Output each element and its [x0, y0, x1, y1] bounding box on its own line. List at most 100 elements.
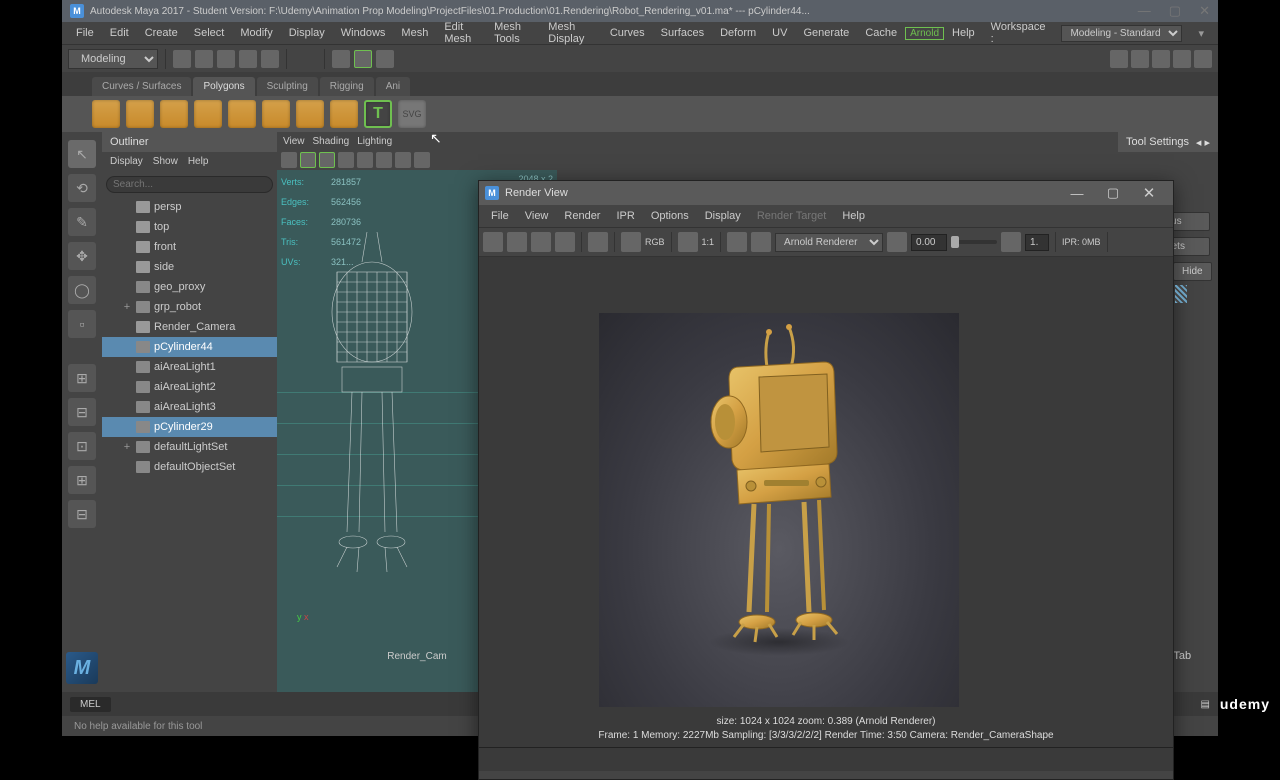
- menu-windows[interactable]: Windows: [333, 27, 394, 39]
- rv-menu-options[interactable]: Options: [643, 210, 697, 222]
- menu-display[interactable]: Display: [281, 27, 333, 39]
- outliner-item-side[interactable]: side: [102, 257, 277, 277]
- rv-menu-file[interactable]: File: [483, 210, 517, 222]
- menu-surfaces[interactable]: Surfaces: [653, 27, 712, 39]
- rv-prev-icon[interactable]: [678, 232, 698, 252]
- outliner-menu-help[interactable]: Help: [188, 156, 209, 167]
- layout-icon-2[interactable]: [1131, 50, 1149, 68]
- outliner-item-persp[interactable]: persp: [102, 197, 277, 217]
- rv-ratio[interactable]: 1:1: [702, 237, 715, 247]
- rv-region-icon[interactable]: [555, 232, 575, 252]
- shelf-tab-sculpting[interactable]: Sculpting: [257, 77, 318, 96]
- rv-menu-display[interactable]: Display: [697, 210, 749, 222]
- rv-keep-icon[interactable]: [727, 232, 747, 252]
- outliner-item-grprobot[interactable]: +grp_robot: [102, 297, 277, 317]
- shelf-sphere-icon[interactable]: [92, 100, 120, 128]
- layout-icon-4[interactable]: [1173, 50, 1191, 68]
- script-lang[interactable]: MEL: [70, 697, 111, 712]
- menu-generate[interactable]: Generate: [795, 27, 857, 39]
- rv-renderer-select[interactable]: Arnold Renderer: [775, 233, 883, 252]
- snap-point-icon[interactable]: [376, 50, 394, 68]
- shelf-cylinder-icon[interactable]: [160, 100, 188, 128]
- layout-tool-1[interactable]: ⊞: [68, 364, 96, 392]
- outliner-item-rendercamera[interactable]: Render_Camera: [102, 317, 277, 337]
- layout-tool-5[interactable]: ⊟: [68, 500, 96, 528]
- outliner-menu-display[interactable]: Display: [110, 156, 143, 167]
- shelf-type-icon[interactable]: T: [364, 100, 392, 128]
- snap-grid-icon[interactable]: [332, 50, 350, 68]
- vp-menu-view[interactable]: View: [283, 136, 305, 147]
- workspace-select[interactable]: Modeling - Standard: [1061, 25, 1182, 42]
- paint-select-tool[interactable]: ✎: [68, 208, 96, 236]
- menu-edit[interactable]: Edit: [102, 27, 137, 39]
- menu-uv[interactable]: UV: [764, 27, 795, 39]
- vp-icon[interactable]: [281, 152, 297, 168]
- layout-tool-2[interactable]: ⊟: [68, 398, 96, 426]
- outliner-item-light2[interactable]: aiAreaLight2: [102, 377, 277, 397]
- shelf-pyramid-icon[interactable]: [296, 100, 324, 128]
- shelf-tab-curves[interactable]: Curves / Surfaces: [92, 77, 191, 96]
- menu-deform[interactable]: Deform: [712, 27, 764, 39]
- rv-exposure-input[interactable]: [911, 234, 947, 251]
- lasso-tool[interactable]: ⟲: [68, 174, 96, 202]
- menu-editmesh[interactable]: Edit Mesh: [436, 21, 486, 45]
- open-icon[interactable]: [195, 50, 213, 68]
- shelf-cone-icon[interactable]: [194, 100, 222, 128]
- maximize-button[interactable]: ▢: [1169, 3, 1181, 19]
- layout-tool-3[interactable]: ⊡: [68, 432, 96, 460]
- menu-select[interactable]: Select: [186, 27, 233, 39]
- vp-menu-lighting[interactable]: Lighting: [357, 136, 392, 147]
- vp-icon[interactable]: [357, 152, 373, 168]
- shelf-svg-icon[interactable]: SVG: [398, 100, 426, 128]
- shelf-tab-rigging[interactable]: Rigging: [320, 77, 374, 96]
- select-tool[interactable]: ↖: [68, 140, 96, 168]
- move-tool[interactable]: ✥: [68, 242, 96, 270]
- rotate-tool[interactable]: ◯: [68, 276, 96, 304]
- menu-meshtools[interactable]: Mesh Tools: [486, 21, 540, 45]
- rv-render-icon[interactable]: [483, 232, 503, 252]
- menu-mesh[interactable]: Mesh: [393, 27, 436, 39]
- shelf-cube-icon[interactable]: [126, 100, 154, 128]
- outliner-search[interactable]: [106, 176, 273, 193]
- rv-reload-icon[interactable]: [887, 232, 907, 252]
- vp-icon[interactable]: [319, 152, 335, 168]
- menu-create[interactable]: Create: [137, 27, 186, 39]
- rv-menu-ipr[interactable]: IPR: [608, 210, 642, 222]
- shelf-tab-animation[interactable]: Ani: [376, 77, 410, 96]
- layout-icon-1[interactable]: [1110, 50, 1128, 68]
- menu-arnold[interactable]: Arnold: [905, 27, 944, 40]
- script-editor-icon[interactable]: ▤: [1201, 699, 1210, 710]
- outliner-item-geoproxy[interactable]: geo_proxy: [102, 277, 277, 297]
- hide-button[interactable]: Hide: [1173, 262, 1212, 281]
- rv-rgb-label[interactable]: RGB: [645, 237, 665, 247]
- rv-ipr-icon[interactable]: [531, 232, 551, 252]
- rv-maximize-button[interactable]: ▢: [1095, 182, 1131, 204]
- rv-settings-icon[interactable]: [621, 232, 641, 252]
- outliner-item-light3[interactable]: aiAreaLight3: [102, 397, 277, 417]
- vp-icon[interactable]: [338, 152, 354, 168]
- snap-curve-icon[interactable]: [354, 50, 372, 68]
- minimize-button[interactable]: —: [1138, 3, 1151, 19]
- rv-menu-view[interactable]: View: [517, 210, 557, 222]
- menu-file[interactable]: File: [68, 27, 102, 39]
- render-canvas[interactable]: size: 1024 x 1024 zoom: 0.389 (Arnold Re…: [479, 257, 1173, 747]
- menu-modify[interactable]: Modify: [232, 27, 280, 39]
- outliner-item-light1[interactable]: aiAreaLight1: [102, 357, 277, 377]
- new-icon[interactable]: [173, 50, 191, 68]
- rv-menu-render[interactable]: Render: [556, 210, 608, 222]
- save-icon[interactable]: [217, 50, 235, 68]
- outliner-item-pcylinder44[interactable]: pCylinder44: [102, 337, 277, 357]
- outliner-item-pcylinder29[interactable]: pCylinder29: [102, 417, 277, 437]
- outliner-item-defaultlightset[interactable]: +defaultLightSet: [102, 437, 277, 457]
- mode-select[interactable]: Modeling: [68, 49, 158, 69]
- rv-close-button[interactable]: ✕: [1131, 182, 1167, 204]
- redo-icon[interactable]: [261, 50, 279, 68]
- rv-remove-icon[interactable]: [751, 232, 771, 252]
- rv-minimize-button[interactable]: —: [1059, 182, 1095, 204]
- undo-icon[interactable]: [239, 50, 257, 68]
- outliner-item-defaultobjectset[interactable]: defaultObjectSet: [102, 457, 277, 477]
- shelf-pipe-icon[interactable]: [330, 100, 358, 128]
- close-button[interactable]: ✕: [1199, 3, 1210, 19]
- scale-tool[interactable]: ▫: [68, 310, 96, 338]
- render-thumbnail-strip[interactable]: [479, 747, 1173, 771]
